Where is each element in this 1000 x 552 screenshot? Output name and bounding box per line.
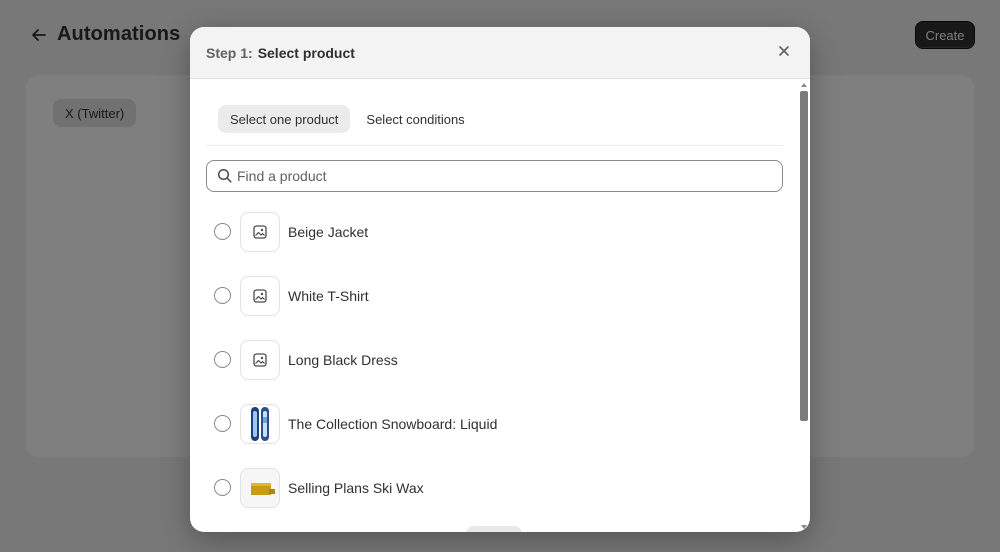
modal-title: Step 1: Select product (206, 45, 355, 61)
modal-header: Step 1: Select product (190, 27, 810, 79)
scrollbar-thumb[interactable] (800, 91, 808, 421)
product-name: The Collection Snowboard: Liquid (288, 416, 498, 432)
image-placeholder-icon (240, 276, 280, 316)
select-product-modal: Step 1: Select product Select one product… (190, 27, 810, 532)
scroll-up-arrow-icon[interactable] (801, 83, 807, 87)
list-item[interactable]: Long Black Dress (206, 328, 783, 392)
radio-button[interactable] (214, 415, 231, 432)
step-label: Step 1: (206, 45, 253, 61)
search-field[interactable] (206, 160, 783, 192)
list-item[interactable]: White T-Shirt (206, 264, 783, 328)
search-icon (217, 168, 233, 184)
product-name: Selling Plans Ski Wax (288, 480, 424, 496)
image-placeholder-icon (240, 212, 280, 252)
tab-select-one-product[interactable]: Select one product (218, 105, 351, 133)
product-name: Long Black Dress (288, 352, 398, 368)
list-item[interactable]: Selling Plans Ski Wax (206, 456, 783, 520)
radio-button[interactable] (214, 223, 231, 240)
search-input[interactable] (237, 161, 767, 191)
modal-title-text: Select product (257, 45, 355, 61)
close-button[interactable] (774, 43, 794, 63)
product-name: Beige Jacket (288, 224, 369, 240)
modal-tabs: Select one product Select conditions (218, 105, 477, 133)
product-list: Beige Jacket White T-Shirt Long Black Dr… (206, 200, 783, 520)
modal-footer (466, 526, 522, 532)
close-icon (778, 44, 790, 62)
tab-select-conditions[interactable]: Select conditions (354, 105, 476, 133)
radio-button[interactable] (214, 287, 231, 304)
radio-button[interactable] (214, 479, 231, 496)
product-name: White T-Shirt (288, 288, 369, 304)
divider (206, 145, 783, 146)
ski-wax-image (240, 468, 280, 508)
image-placeholder-icon (240, 340, 280, 380)
scroll-down-arrow-icon[interactable] (801, 525, 807, 529)
list-item[interactable]: The Collection Snowboard: Liquid (206, 392, 783, 456)
scrollbar[interactable] (799, 81, 810, 532)
snowboard-image (240, 404, 280, 444)
radio-button[interactable] (214, 351, 231, 368)
list-item[interactable]: Beige Jacket (206, 200, 783, 264)
